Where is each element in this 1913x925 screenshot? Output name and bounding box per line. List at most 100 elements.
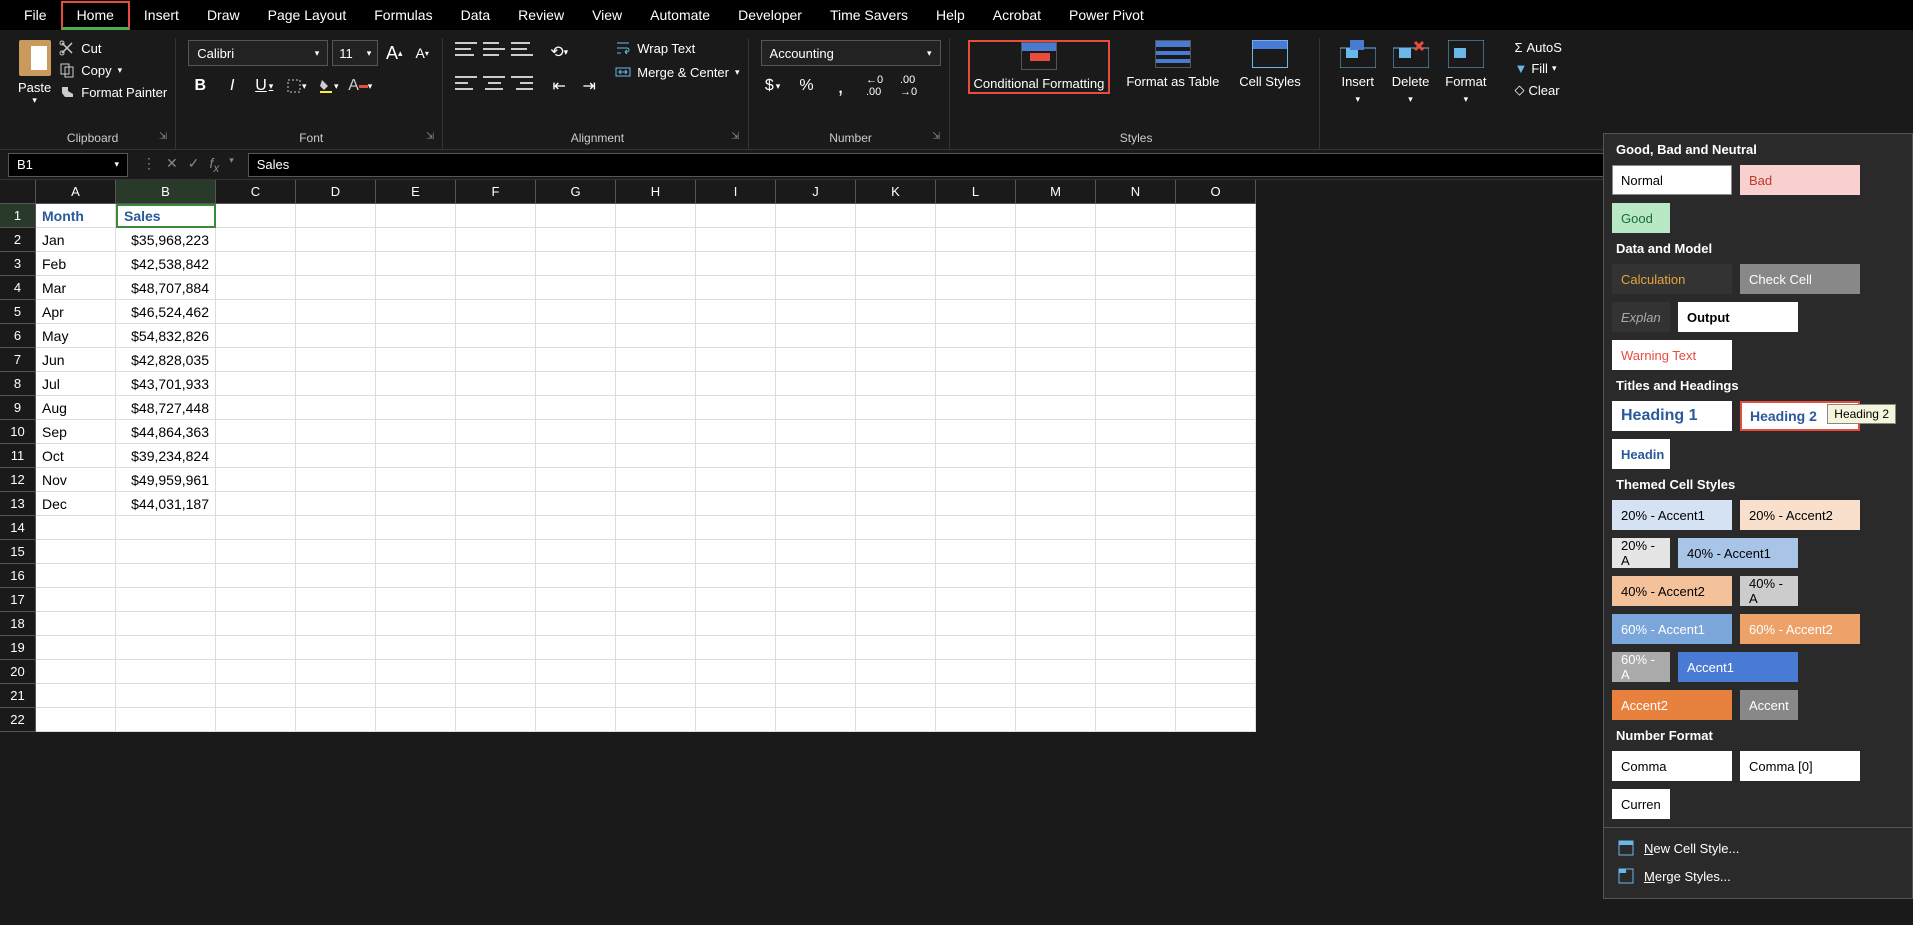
cell-L8[interactable]: [936, 372, 1016, 396]
cell-K10[interactable]: [856, 420, 936, 444]
cell-I15[interactable]: [696, 540, 776, 564]
cell-D10[interactable]: [296, 420, 376, 444]
cell-L16[interactable]: [936, 564, 1016, 588]
cell-H20[interactable]: [616, 660, 696, 684]
cell-F14[interactable]: [456, 516, 536, 540]
menu-draw[interactable]: Draw: [193, 3, 254, 27]
col-header-H[interactable]: H: [616, 180, 696, 204]
cell-A7[interactable]: Jun: [36, 348, 116, 372]
cell-M4[interactable]: [1016, 276, 1096, 300]
cell-H15[interactable]: [616, 540, 696, 564]
cell-E5[interactable]: [376, 300, 456, 324]
cell-E7[interactable]: [376, 348, 456, 372]
menu-home[interactable]: Home: [61, 1, 130, 30]
cell-L3[interactable]: [936, 252, 1016, 276]
cell-H12[interactable]: [616, 468, 696, 492]
cell-I17[interactable]: [696, 588, 776, 612]
cell-N21[interactable]: [1096, 684, 1176, 708]
cell-N1[interactable]: [1096, 204, 1176, 228]
cell-O1[interactable]: [1176, 204, 1256, 228]
cell-H5[interactable]: [616, 300, 696, 324]
cell-E21[interactable]: [376, 684, 456, 708]
cell-C20[interactable]: [216, 660, 296, 684]
cell-O12[interactable]: [1176, 468, 1256, 492]
cell-A15[interactable]: [36, 540, 116, 564]
style-warning-text[interactable]: Warning Text: [1612, 340, 1732, 370]
cell-A2[interactable]: Jan: [36, 228, 116, 252]
cell-L9[interactable]: [936, 396, 1016, 420]
cell-D13[interactable]: [296, 492, 376, 516]
cell-B7[interactable]: $42,828,035: [116, 348, 216, 372]
cell-L5[interactable]: [936, 300, 1016, 324]
row-header-1[interactable]: 1: [0, 204, 36, 228]
cell-E15[interactable]: [376, 540, 456, 564]
cell-I19[interactable]: [696, 636, 776, 660]
col-header-I[interactable]: I: [696, 180, 776, 204]
cell-G1[interactable]: [536, 204, 616, 228]
cell-H17[interactable]: [616, 588, 696, 612]
menu-power-pivot[interactable]: Power Pivot: [1055, 3, 1158, 27]
cell-K22[interactable]: [856, 708, 936, 732]
cell-E19[interactable]: [376, 636, 456, 660]
cell-F13[interactable]: [456, 492, 536, 516]
cell-I12[interactable]: [696, 468, 776, 492]
cell-K12[interactable]: [856, 468, 936, 492]
select-all-corner[interactable]: [0, 180, 36, 204]
cell-C6[interactable]: [216, 324, 296, 348]
cell-K15[interactable]: [856, 540, 936, 564]
cell-C19[interactable]: [216, 636, 296, 660]
cell-J3[interactable]: [776, 252, 856, 276]
decrease-font-button[interactable]: A▾: [410, 41, 434, 65]
cell-O6[interactable]: [1176, 324, 1256, 348]
style-20-accent3[interactable]: 20% - A: [1612, 538, 1670, 568]
autosum-button[interactable]: ΣAutoS: [1514, 40, 1561, 55]
style-40-accent1[interactable]: 40% - Accent1: [1678, 538, 1798, 568]
cell-G14[interactable]: [536, 516, 616, 540]
cell-J13[interactable]: [776, 492, 856, 516]
cell-H9[interactable]: [616, 396, 696, 420]
cell-N4[interactable]: [1096, 276, 1176, 300]
cell-H6[interactable]: [616, 324, 696, 348]
cell-F10[interactable]: [456, 420, 536, 444]
cell-G11[interactable]: [536, 444, 616, 468]
row-header-8[interactable]: 8: [0, 372, 36, 396]
cell-J11[interactable]: [776, 444, 856, 468]
cell-J16[interactable]: [776, 564, 856, 588]
cell-E1[interactable]: [376, 204, 456, 228]
row-header-13[interactable]: 13: [0, 492, 36, 516]
cell-F9[interactable]: [456, 396, 536, 420]
cell-B14[interactable]: [116, 516, 216, 540]
cell-B11[interactable]: $39,234,824: [116, 444, 216, 468]
cell-B1[interactable]: Sales: [116, 204, 216, 228]
launcher-icon[interactable]: ⇲: [159, 131, 167, 142]
cell-J5[interactable]: [776, 300, 856, 324]
cell-K19[interactable]: [856, 636, 936, 660]
cell-G6[interactable]: [536, 324, 616, 348]
style-normal[interactable]: Normal: [1612, 165, 1732, 195]
cell-N8[interactable]: [1096, 372, 1176, 396]
cell-I8[interactable]: [696, 372, 776, 396]
cell-E10[interactable]: [376, 420, 456, 444]
wrap-text-button[interactable]: Wrap Text: [615, 40, 739, 56]
cell-J14[interactable]: [776, 516, 856, 540]
cell-N19[interactable]: [1096, 636, 1176, 660]
cell-N17[interactable]: [1096, 588, 1176, 612]
cell-A22[interactable]: [36, 708, 116, 732]
row-header-7[interactable]: 7: [0, 348, 36, 372]
cell-K6[interactable]: [856, 324, 936, 348]
cell-B19[interactable]: [116, 636, 216, 660]
cell-J18[interactable]: [776, 612, 856, 636]
cell-C13[interactable]: [216, 492, 296, 516]
comma-button[interactable]: ,: [829, 74, 853, 98]
cell-B20[interactable]: [116, 660, 216, 684]
cell-B15[interactable]: [116, 540, 216, 564]
cell-O8[interactable]: [1176, 372, 1256, 396]
style-accent1[interactable]: Accent1: [1678, 652, 1798, 682]
cell-N18[interactable]: [1096, 612, 1176, 636]
cell-H3[interactable]: [616, 252, 696, 276]
cell-O11[interactable]: [1176, 444, 1256, 468]
cell-F17[interactable]: [456, 588, 536, 612]
cell-F5[interactable]: [456, 300, 536, 324]
cell-F11[interactable]: [456, 444, 536, 468]
cell-D21[interactable]: [296, 684, 376, 708]
